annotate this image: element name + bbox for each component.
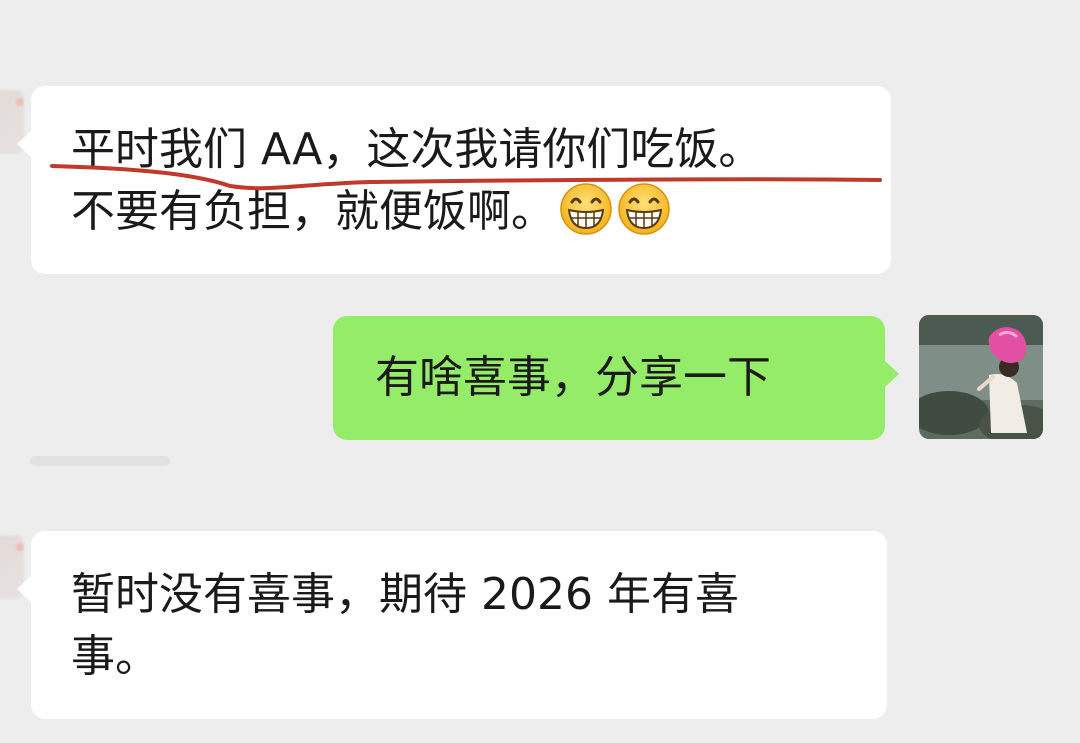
hand-drawn-underline: [50, 164, 882, 191]
message-text-line: 暂时没有喜事，期待 2026 年有喜: [71, 569, 739, 620]
chat-window: 平时我们 AA，这次我请你们吃饭。 不要有负担，就便饭啊。 有啥喜事，分享一下 …: [0, 0, 1080, 743]
avatar-badge: [16, 543, 24, 551]
avatar-badge: [16, 98, 24, 106]
message-text-line: 有啥喜事，分享一下: [375, 352, 771, 403]
faded-timestamp: [30, 456, 170, 466]
user-avatar[interactable]: [919, 315, 1043, 439]
avatar-photo: [919, 315, 1043, 439]
message-bubble-outgoing[interactable]: 有啥喜事，分享一下: [333, 316, 899, 440]
message-bubble-incoming[interactable]: 暂时没有喜事，期待 2026 年有喜 事。: [17, 531, 887, 719]
message-text-line: 事。: [71, 631, 159, 682]
